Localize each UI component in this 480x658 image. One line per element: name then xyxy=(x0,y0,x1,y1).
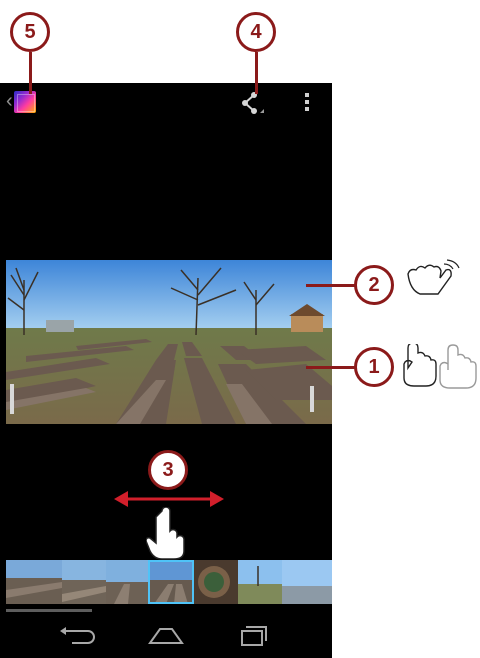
filmstrip-thumbnail[interactable] xyxy=(62,560,106,604)
back-nav-icon[interactable] xyxy=(58,623,98,647)
filmstrip-thumbnail[interactable] xyxy=(6,560,62,604)
phone-screen: ‹ xyxy=(0,83,332,658)
action-bar: ‹ xyxy=(0,83,332,121)
filmstrip-thumbnail[interactable] xyxy=(194,560,238,604)
callout-1: 1 xyxy=(354,347,394,387)
filmstrip-thumbnail[interactable] xyxy=(238,560,282,604)
callout-2-leader xyxy=(306,284,356,287)
double-tap-gesture-icon xyxy=(403,344,477,389)
callout-4-leader xyxy=(255,52,258,94)
overflow-menu-icon[interactable] xyxy=(300,91,314,115)
filmstrip[interactable] xyxy=(6,560,332,604)
swipe-hand-icon xyxy=(146,507,185,560)
navigation-bar xyxy=(0,613,332,658)
filmstrip-thumbnail[interactable] xyxy=(282,560,332,604)
callout-1-leader xyxy=(306,366,356,369)
callout-5-leader xyxy=(29,52,32,94)
callout-5: 5 xyxy=(10,12,50,52)
callout-2: 2 xyxy=(354,265,394,305)
pinch-gesture-icon xyxy=(407,259,460,295)
callout-3: 3 xyxy=(148,450,188,490)
callout-4: 4 xyxy=(236,12,276,52)
share-icon[interactable] xyxy=(240,91,266,115)
recents-nav-icon[interactable] xyxy=(232,623,272,647)
filmstrip-thumbnail-selected[interactable] xyxy=(148,560,194,604)
gallery-app-icon[interactable] xyxy=(14,91,36,113)
main-photo[interactable] xyxy=(6,260,332,424)
filmstrip-thumbnail[interactable] xyxy=(106,560,148,604)
filmstrip-scrollbar xyxy=(6,609,92,612)
home-nav-icon[interactable] xyxy=(146,623,186,647)
